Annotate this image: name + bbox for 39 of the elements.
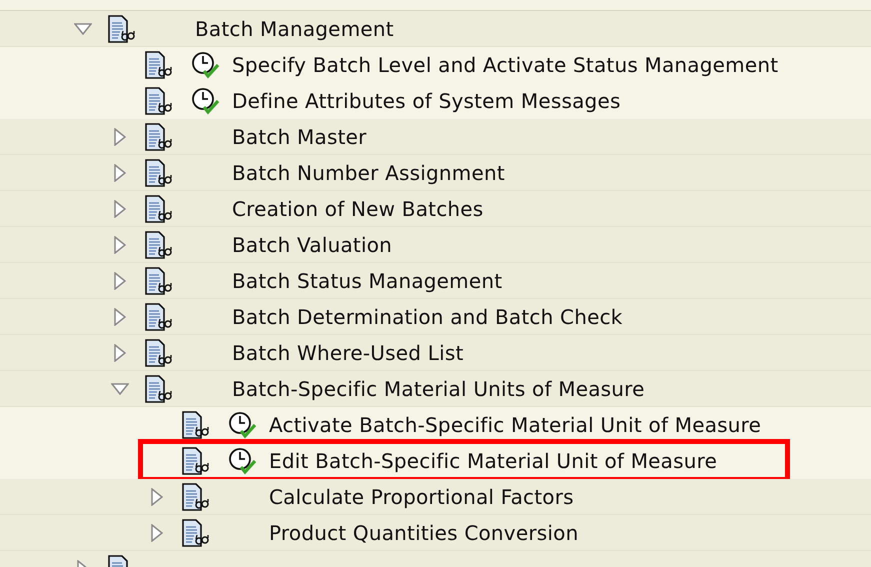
expand-icon[interactable]	[114, 308, 126, 326]
tree-item-label[interactable]: Edit Batch-Specific Material Unit of Measure	[269, 448, 718, 472]
expand-icon[interactable]	[114, 128, 126, 146]
collapse-icon[interactable]	[111, 382, 129, 394]
document-icon[interactable]	[143, 374, 173, 404]
document-icon[interactable]	[143, 266, 173, 296]
tree-item-label[interactable]: Batch Where-Used List	[232, 340, 464, 364]
document-icon[interactable]	[143, 158, 173, 188]
tree-item-label[interactable]: Batch Master	[232, 124, 367, 148]
clock-check-icon[interactable]	[190, 86, 220, 114]
expand-icon[interactable]	[114, 164, 126, 182]
document-icon[interactable]	[143, 50, 173, 80]
clock-check-icon[interactable]	[226, 410, 256, 438]
tree-item-label[interactable]: Creation of New Batches	[232, 196, 484, 220]
document-icon[interactable]	[143, 230, 173, 260]
expand-icon[interactable]	[114, 200, 126, 218]
clock-check-icon[interactable]	[190, 50, 220, 78]
expand-icon[interactable]	[151, 488, 163, 506]
document-icon[interactable]	[143, 122, 173, 152]
expand-icon[interactable]	[114, 272, 126, 290]
document-icon[interactable]	[180, 482, 210, 512]
expand-icon[interactable]	[114, 236, 126, 254]
tree-item-label[interactable]: Define Attributes of System Messages	[232, 88, 621, 112]
document-icon[interactable]	[180, 410, 210, 440]
document-icon[interactable]	[143, 86, 173, 116]
clock-check-icon[interactable]	[226, 446, 256, 474]
expand-icon[interactable]	[114, 344, 126, 362]
document-icon[interactable]	[180, 446, 210, 476]
tree-item-label[interactable]: Batch Management	[195, 16, 394, 40]
tree-item-label[interactable]: Batch Valuation	[232, 232, 392, 256]
document-icon[interactable]	[143, 194, 173, 224]
document-icon[interactable]	[106, 14, 136, 44]
collapse-icon[interactable]	[74, 22, 92, 34]
document-icon[interactable]	[180, 518, 210, 548]
expand-icon[interactable]	[151, 524, 163, 542]
tree-item-label[interactable]: Activate Batch-Specific Material Unit of Measure	[269, 412, 762, 436]
tree-item-label[interactable]: Specify Batch Level and Activate Status Management	[232, 52, 778, 76]
document-icon[interactable]	[143, 338, 173, 368]
document-icon[interactable]	[143, 302, 173, 332]
